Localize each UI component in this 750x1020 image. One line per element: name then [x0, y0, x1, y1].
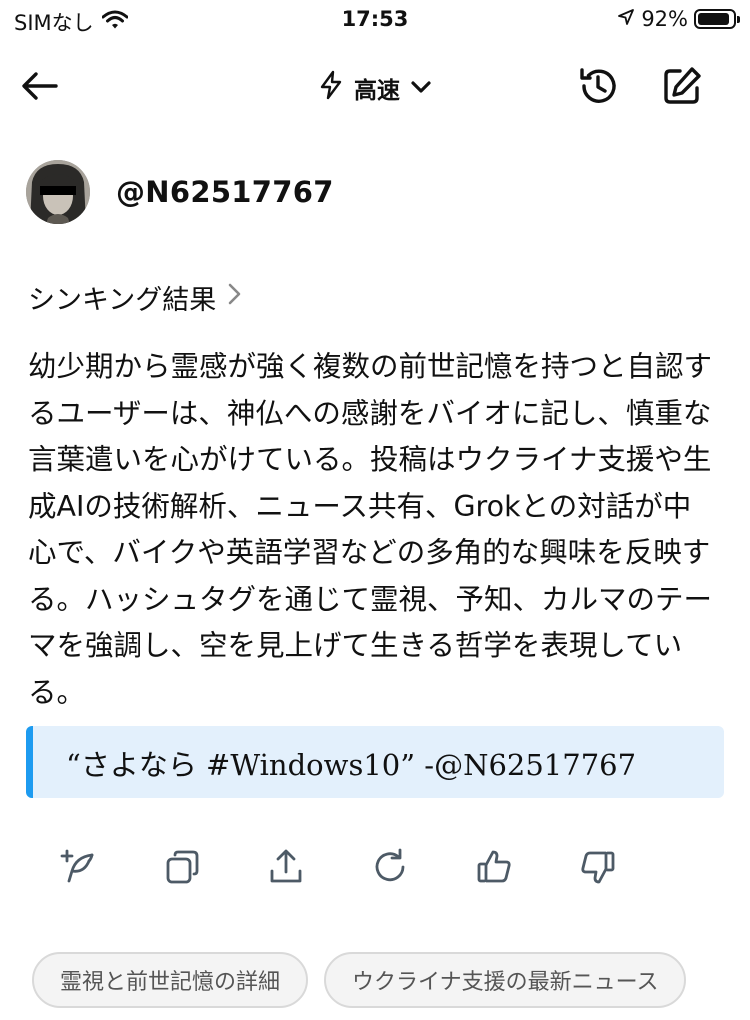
thinking-label: シンキング結果 — [28, 285, 217, 316]
quote-accent-bar — [26, 726, 33, 798]
thinking-result-link[interactable]: シンキング結果 — [28, 278, 242, 317]
suggestion-chips: 霊視と前世記憶の詳細 ウクライナ支援の最新ニュース — [32, 952, 687, 1008]
chevron-right-icon — [226, 282, 242, 313]
quote-text: “さよなら #Windows10” -@N62517767 — [66, 748, 637, 782]
regenerate-icon[interactable] — [368, 845, 412, 889]
summary-text: 幼少期から霊感が強く複数の前世記憶を持つと自認するユーザーは、神仏への感謝をバイ… — [28, 350, 713, 709]
status-right: 92% — [617, 7, 740, 31]
battery-fill — [698, 13, 730, 25]
suggestion-chip[interactable]: ウクライナ支援の最新ニュース — [324, 952, 687, 1008]
history-icon[interactable] — [576, 64, 620, 108]
lightning-icon — [318, 70, 344, 106]
action-bar — [0, 845, 750, 889]
user-header: @N62517767 — [26, 160, 334, 224]
chevron-down-icon — [410, 75, 432, 101]
battery-percent: 92% — [641, 7, 688, 31]
mode-selector[interactable]: 高速 — [318, 70, 432, 106]
thumbs-up-icon[interactable] — [472, 845, 516, 889]
quote-block[interactable]: “さよなら #Windows10” -@N62517767 — [26, 726, 724, 798]
user-handle[interactable]: @N62517767 — [116, 175, 334, 209]
avatar[interactable] — [26, 160, 90, 224]
copy-icon[interactable] — [160, 845, 204, 889]
mode-label: 高速 — [354, 78, 400, 104]
compose-icon[interactable] — [660, 64, 704, 108]
thumbs-down-icon[interactable] — [576, 845, 620, 889]
status-bar: SIMなし 17:53 92% — [0, 0, 750, 44]
new-post-icon[interactable] — [56, 845, 100, 889]
share-icon[interactable] — [264, 845, 308, 889]
suggestion-chip[interactable]: 霊視と前世記憶の詳細 — [32, 952, 309, 1008]
battery-icon — [694, 9, 740, 29]
nav-bar: 高速 — [0, 56, 750, 116]
location-arrow-icon — [617, 7, 635, 31]
